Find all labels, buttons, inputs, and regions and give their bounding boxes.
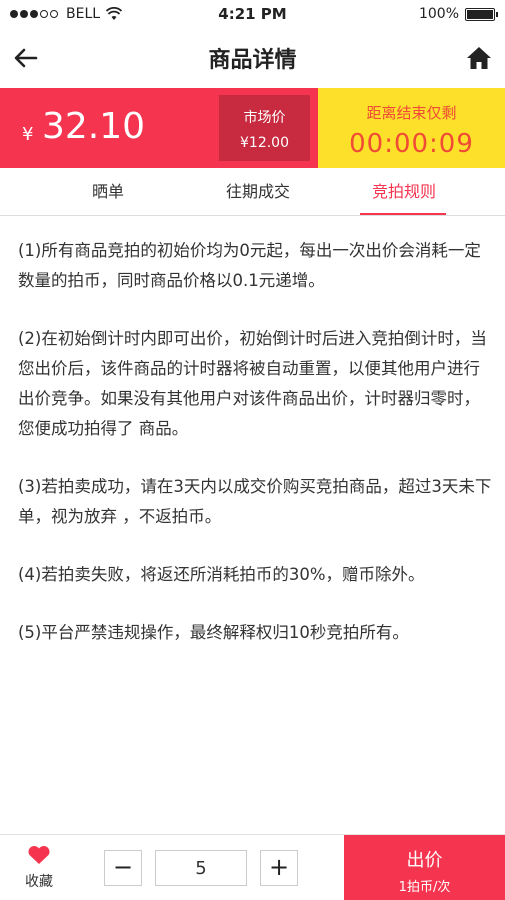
tab-share-orders[interactable]: 晒单 <box>24 168 192 216</box>
price-band: ¥ 32.10 市场价 ¥12.00 距离结束仅剩 00:00:09 <box>0 88 505 168</box>
status-bar: BELL 4:21 PM 100% <box>0 0 505 28</box>
navigation-bar: 商品详情 <box>0 28 505 88</box>
countdown-panel: 距离结束仅剩 00:00:09 <box>318 88 505 168</box>
battery-icon <box>465 7 498 21</box>
market-price-label: 市场价 <box>243 110 286 126</box>
bottom-action-bar: 收藏 − + 出价 1拍币/次 <box>0 834 505 900</box>
current-price: 32.10 <box>42 106 146 147</box>
quantity-decrease-button[interactable]: − <box>104 850 142 886</box>
battery-percent: 100% <box>418 6 459 22</box>
tab-auction-rules[interactable]: 竞拍规则 <box>320 168 488 216</box>
home-icon[interactable] <box>465 44 493 72</box>
market-price-box: 市场价 ¥12.00 <box>219 95 310 161</box>
tab-bar: 晒单 往期成交 竞拍规则 <box>0 168 505 216</box>
status-right: 100% <box>418 6 498 22</box>
market-price-value: ¥12.00 <box>240 135 289 151</box>
rule-item: (4)若拍卖失败，将返还所消耗拍币的30%，赠币除外。 <box>18 565 425 584</box>
rule-item: (2)在初始倒计时内即可出价，初始倒计时后进入竞拍倒计时，当您出价后，该件商品的… <box>18 329 487 438</box>
active-tab-indicator <box>360 213 446 215</box>
bid-cost: 1拍币/次 <box>398 880 451 895</box>
tab-past-deals[interactable]: 往期成交 <box>174 168 342 216</box>
rule-item: (1)所有商品竞拍的初始价均为0元起，每出一次出价会消耗一定数量的拍币，同时商品… <box>18 241 481 290</box>
rule-item: (3)若拍卖成功，请在3天内以成交价购买竞拍商品，超过3天未下单，视为放弃 ，不… <box>18 477 492 526</box>
page-title: 商品详情 <box>208 48 297 73</box>
quantity-input[interactable] <box>155 850 247 886</box>
rules-content: (1)所有商品竞拍的初始价均为0元起，每出一次出价会消耗一定数量的拍币，同时商品… <box>18 236 493 676</box>
countdown-timer: 00:00:09 <box>349 129 474 159</box>
currency-symbol: ¥ <box>22 124 34 145</box>
favorite-button[interactable]: 收藏 <box>10 845 68 895</box>
rule-item: (5)平台严禁违规操作，最终解释权归10秒竞拍所有。 <box>18 623 409 642</box>
bid-label: 出价 <box>406 850 443 871</box>
bid-button[interactable]: 出价 1拍币/次 <box>344 835 505 900</box>
heart-icon <box>28 845 50 864</box>
quantity-increase-button[interactable]: + <box>260 850 298 886</box>
countdown-label: 距离结束仅剩 <box>366 104 457 122</box>
current-price-panel: ¥ 32.10 市场价 ¥12.00 <box>0 88 318 168</box>
favorite-label: 收藏 <box>25 874 53 890</box>
